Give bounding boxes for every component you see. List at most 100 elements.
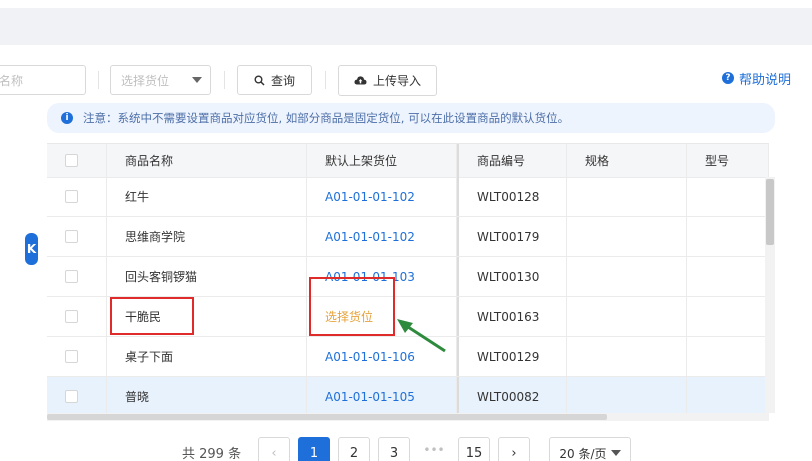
row-checkbox[interactable] xyxy=(65,270,78,283)
info-icon: i xyxy=(61,112,73,124)
prev-page-button[interactable]: ‹ xyxy=(258,437,290,461)
vertical-scroll-thumb[interactable] xyxy=(766,179,774,245)
page-button[interactable]: 2 xyxy=(338,437,370,461)
page-size-select[interactable]: 20 条/页 xyxy=(549,437,631,461)
row-select-cell xyxy=(47,177,107,216)
row-checkbox[interactable] xyxy=(65,230,78,243)
location-link[interactable]: A01-01-01-102 xyxy=(325,190,415,204)
toolbar-divider xyxy=(224,71,225,89)
row-checkbox[interactable] xyxy=(65,190,78,203)
header-name-label: 商品名称 xyxy=(125,154,174,168)
chevron-right-icon: › xyxy=(511,445,517,461)
header-model-label: 型号 xyxy=(705,154,730,168)
help-label: 帮助说明 xyxy=(739,72,792,88)
cell-model xyxy=(687,297,769,336)
product-code: WLT00082 xyxy=(477,389,540,404)
cell-model xyxy=(687,217,769,256)
toolbar-divider xyxy=(325,71,326,89)
page-button[interactable]: 3 xyxy=(378,437,410,461)
cell-code: WLT00082 xyxy=(457,377,567,416)
toolbar-divider xyxy=(98,71,99,89)
page-size-label: 20 条/页 xyxy=(559,446,607,461)
next-page-button[interactable]: › xyxy=(498,437,530,461)
header-col-location: 默认上架货位 xyxy=(307,144,457,177)
header-select-all xyxy=(47,144,107,177)
question-icon: ? xyxy=(722,72,734,84)
table-header-row: 商品名称 默认上架货位 商品编号 规格 型号 xyxy=(47,143,769,178)
notice-text: 注意：系统中不需要设置商品对应货位, 如部分商品是固定货位, 可以在此设置商品的… xyxy=(83,111,570,125)
pagination: 共 299 条 ‹ 1 2 3 ••• 15 › 20 条/页 xyxy=(182,437,632,461)
cell-name: 普晓 xyxy=(107,377,307,416)
cell-spec xyxy=(567,337,687,376)
row-checkbox[interactable] xyxy=(65,390,78,403)
cell-location: A01-01-01-102 xyxy=(307,177,457,216)
name-search-input[interactable]: 名称 xyxy=(0,65,86,95)
page-number: 15 xyxy=(465,445,483,461)
table-row[interactable]: 红牛 A01-01-01-102 WLT00128 xyxy=(47,177,769,217)
row-select-cell xyxy=(47,337,107,376)
row-select-cell xyxy=(47,257,107,296)
product-name: 普晓 xyxy=(125,390,150,404)
upload-import-label: 上传导入 xyxy=(372,74,421,88)
cell-location: A01-01-01-102 xyxy=(307,217,457,256)
header-location-label: 默认上架货位 xyxy=(325,154,398,168)
page-button[interactable]: 15 xyxy=(458,437,490,461)
select-all-checkbox[interactable] xyxy=(65,154,78,167)
location-link[interactable]: A01-01-01-102 xyxy=(325,230,415,244)
total-count: 共 299 条 xyxy=(182,447,242,461)
header-col-spec: 规格 xyxy=(567,144,687,177)
annotation-highlight-name xyxy=(110,297,194,335)
cell-code: WLT00163 xyxy=(457,297,567,336)
table-horizontal-scrollbar[interactable] xyxy=(47,413,769,421)
cell-name: 桌子下面 xyxy=(107,337,307,376)
cell-model xyxy=(687,177,769,216)
top-strip xyxy=(0,0,812,8)
product-code: WLT00130 xyxy=(477,269,540,284)
chevron-left-icon: ‹ xyxy=(271,445,277,461)
cell-model xyxy=(687,377,769,416)
table-row[interactable]: 回头客铜锣猫 A01-01-01-103 WLT00130 xyxy=(47,257,769,297)
annotation-highlight-location xyxy=(309,277,395,336)
help-link[interactable]: ? 帮助说明 xyxy=(722,69,792,88)
product-name: 红牛 xyxy=(125,190,150,204)
page-number: 1 xyxy=(309,445,319,461)
query-button[interactable]: 查询 xyxy=(237,65,312,95)
location-select[interactable]: 选择货位 xyxy=(110,65,211,95)
product-code: WLT00163 xyxy=(477,309,540,324)
caret-down-icon xyxy=(610,450,621,456)
page-button[interactable]: 1 xyxy=(298,437,330,461)
search-icon xyxy=(254,75,265,86)
row-select-cell xyxy=(47,297,107,336)
sidebar-collapse-toggle[interactable]: K xyxy=(25,233,38,265)
location-link[interactable]: A01-01-01-105 xyxy=(325,390,415,404)
cell-model xyxy=(687,257,769,296)
cell-location: A01-01-01-105 xyxy=(307,377,457,416)
product-code: WLT00179 xyxy=(477,229,540,244)
product-name: 思维商学院 xyxy=(125,230,186,244)
location-select-placeholder: 选择货位 xyxy=(121,73,170,88)
table-row[interactable]: 普晓 A01-01-01-105 WLT00082 xyxy=(47,377,769,417)
upload-import-button[interactable]: 上传导入 xyxy=(338,65,437,96)
cell-code: WLT00128 xyxy=(457,177,567,216)
page-ellipsis[interactable]: ••• xyxy=(418,443,450,457)
table-row[interactable]: 思维商学院 A01-01-01-102 WLT00179 xyxy=(47,217,769,257)
cell-spec xyxy=(567,377,687,416)
header-code-label: 商品编号 xyxy=(477,154,526,168)
row-checkbox[interactable] xyxy=(65,350,78,363)
cell-name: 思维商学院 xyxy=(107,217,307,256)
name-search-placeholder: 名称 xyxy=(0,73,24,88)
goods-table: 商品名称 默认上架货位 商品编号 规格 型号 红牛 A01-01-01-102 … xyxy=(47,143,780,421)
page-number: 2 xyxy=(349,445,359,461)
row-checkbox[interactable] xyxy=(65,310,78,323)
cell-code: WLT00179 xyxy=(457,217,567,256)
header-col-name: 商品名称 xyxy=(107,144,307,177)
page-number: 3 xyxy=(389,445,399,461)
cell-spec xyxy=(567,217,687,256)
row-select-cell xyxy=(47,217,107,256)
table-vertical-scrollbar[interactable] xyxy=(765,177,775,413)
cell-name: 回头客铜锣猫 xyxy=(107,257,307,296)
horizontal-scroll-thumb[interactable] xyxy=(47,414,607,420)
cell-name: 红牛 xyxy=(107,177,307,216)
chevron-down-icon xyxy=(192,77,202,83)
header-spec-label: 规格 xyxy=(585,154,610,168)
